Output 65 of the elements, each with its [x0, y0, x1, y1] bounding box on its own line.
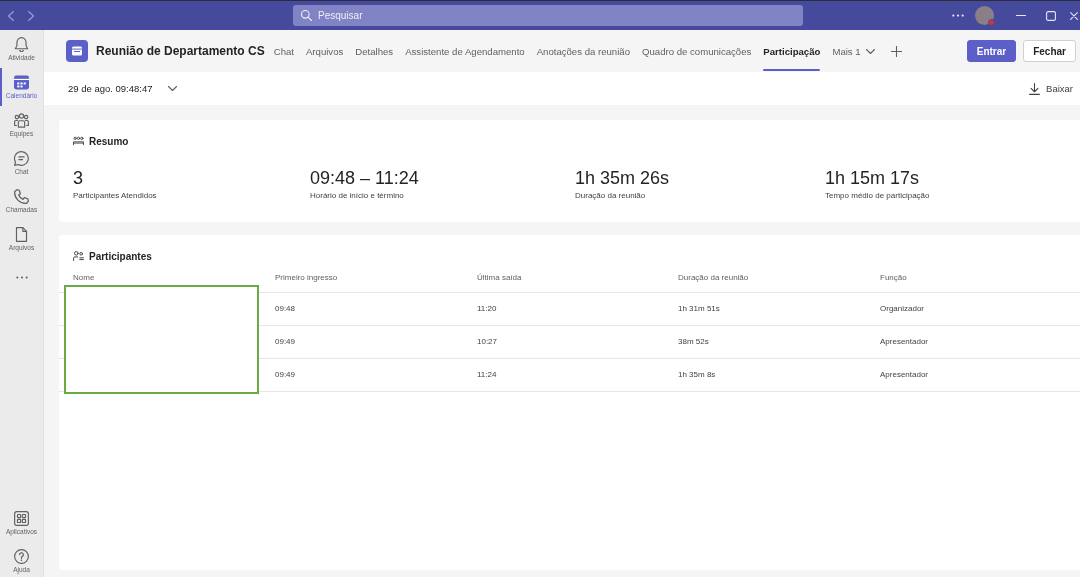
table-cell: 09:49	[275, 337, 296, 347]
table-cell: Organizador	[880, 304, 925, 314]
phone-icon	[14, 188, 29, 204]
table-cell: 1h 31m 51s	[678, 304, 720, 314]
tab[interactable]: Assistente de Agendamento	[399, 30, 531, 72]
stat-label: Tempo médio de participação	[825, 191, 930, 201]
table-cell: 10:27	[477, 337, 498, 347]
session-dropdown[interactable]: 29 de ago. 09:48:47	[68, 83, 177, 94]
table-cell: 38m 52s	[678, 337, 709, 347]
people-icon	[73, 136, 84, 146]
table-cell: 11:20	[477, 304, 497, 314]
stat-label: Duração da reunião	[575, 191, 646, 201]
chat-icon	[14, 150, 29, 166]
search-field[interactable]: Pesquisar	[293, 5, 803, 26]
tab[interactable]: Anotações da reunião	[530, 30, 636, 72]
table-cell: 11:24	[477, 370, 497, 380]
column-header[interactable]: Função	[880, 273, 907, 283]
close-button[interactable]: Fechar	[1023, 40, 1076, 62]
back-icon[interactable]	[8, 10, 14, 21]
apps-icon	[14, 511, 29, 526]
meeting-title: Reunião de Departamento CS	[96, 44, 265, 58]
stat-value: 1h 35m 26s	[575, 167, 670, 189]
card-title: Resumo	[89, 135, 129, 147]
plus-icon[interactable]	[890, 45, 902, 57]
join-button[interactable]: Entrar	[966, 40, 1017, 62]
close-icon[interactable]	[1070, 11, 1078, 20]
tab[interactable]: Quadro de comunicações	[636, 30, 758, 72]
more-icon[interactable]	[15, 275, 28, 279]
stat-value: 3	[73, 167, 83, 189]
tab[interactable]: Detalhes	[349, 30, 400, 72]
search-icon	[301, 10, 312, 21]
table-cell: 09:48	[275, 304, 296, 314]
bell-icon	[14, 36, 29, 52]
tab[interactable]: Arquivos	[299, 30, 350, 72]
download-icon	[1029, 82, 1041, 95]
document-icon	[14, 226, 29, 242]
tab[interactable]: Participação	[757, 30, 827, 72]
card-title: Participantes	[89, 250, 152, 262]
table-cell: 09:49	[275, 370, 296, 380]
stat-label: Participantes Atendidos	[73, 191, 157, 201]
calendar-icon	[14, 74, 29, 90]
stat-value: 1h 15m 17s	[825, 167, 920, 189]
table-cell: Apresentador	[880, 370, 929, 380]
forward-icon[interactable]	[28, 10, 34, 21]
calendar-icon	[66, 40, 88, 62]
download-button[interactable]: Baixar	[1029, 82, 1073, 95]
table-cell: Apresentador	[880, 337, 929, 347]
column-header[interactable]: Nome	[73, 273, 95, 283]
help-icon	[14, 549, 29, 564]
table-cell: 1h 35m 8s	[678, 370, 716, 380]
column-header[interactable]: Duração da reunião	[678, 273, 749, 283]
status-dot-icon	[988, 19, 995, 26]
people-icon	[14, 112, 29, 128]
stat-value: 09:48 – 11:24	[310, 167, 419, 189]
tab[interactable]: Mais 1	[826, 30, 881, 72]
chevron-down-icon	[167, 86, 177, 91]
tab[interactable]: Chat	[267, 30, 300, 72]
chevron-down-icon	[865, 48, 875, 54]
more-icon[interactable]	[952, 14, 964, 17]
stat-label: Horário de início e término	[310, 191, 404, 201]
restore-icon[interactable]	[1046, 10, 1056, 21]
person-list-icon	[73, 251, 84, 261]
column-header[interactable]: Última saída	[477, 273, 522, 283]
column-header[interactable]: Primeiro ingresso	[275, 273, 338, 283]
minimize-icon[interactable]	[1016, 14, 1026, 17]
